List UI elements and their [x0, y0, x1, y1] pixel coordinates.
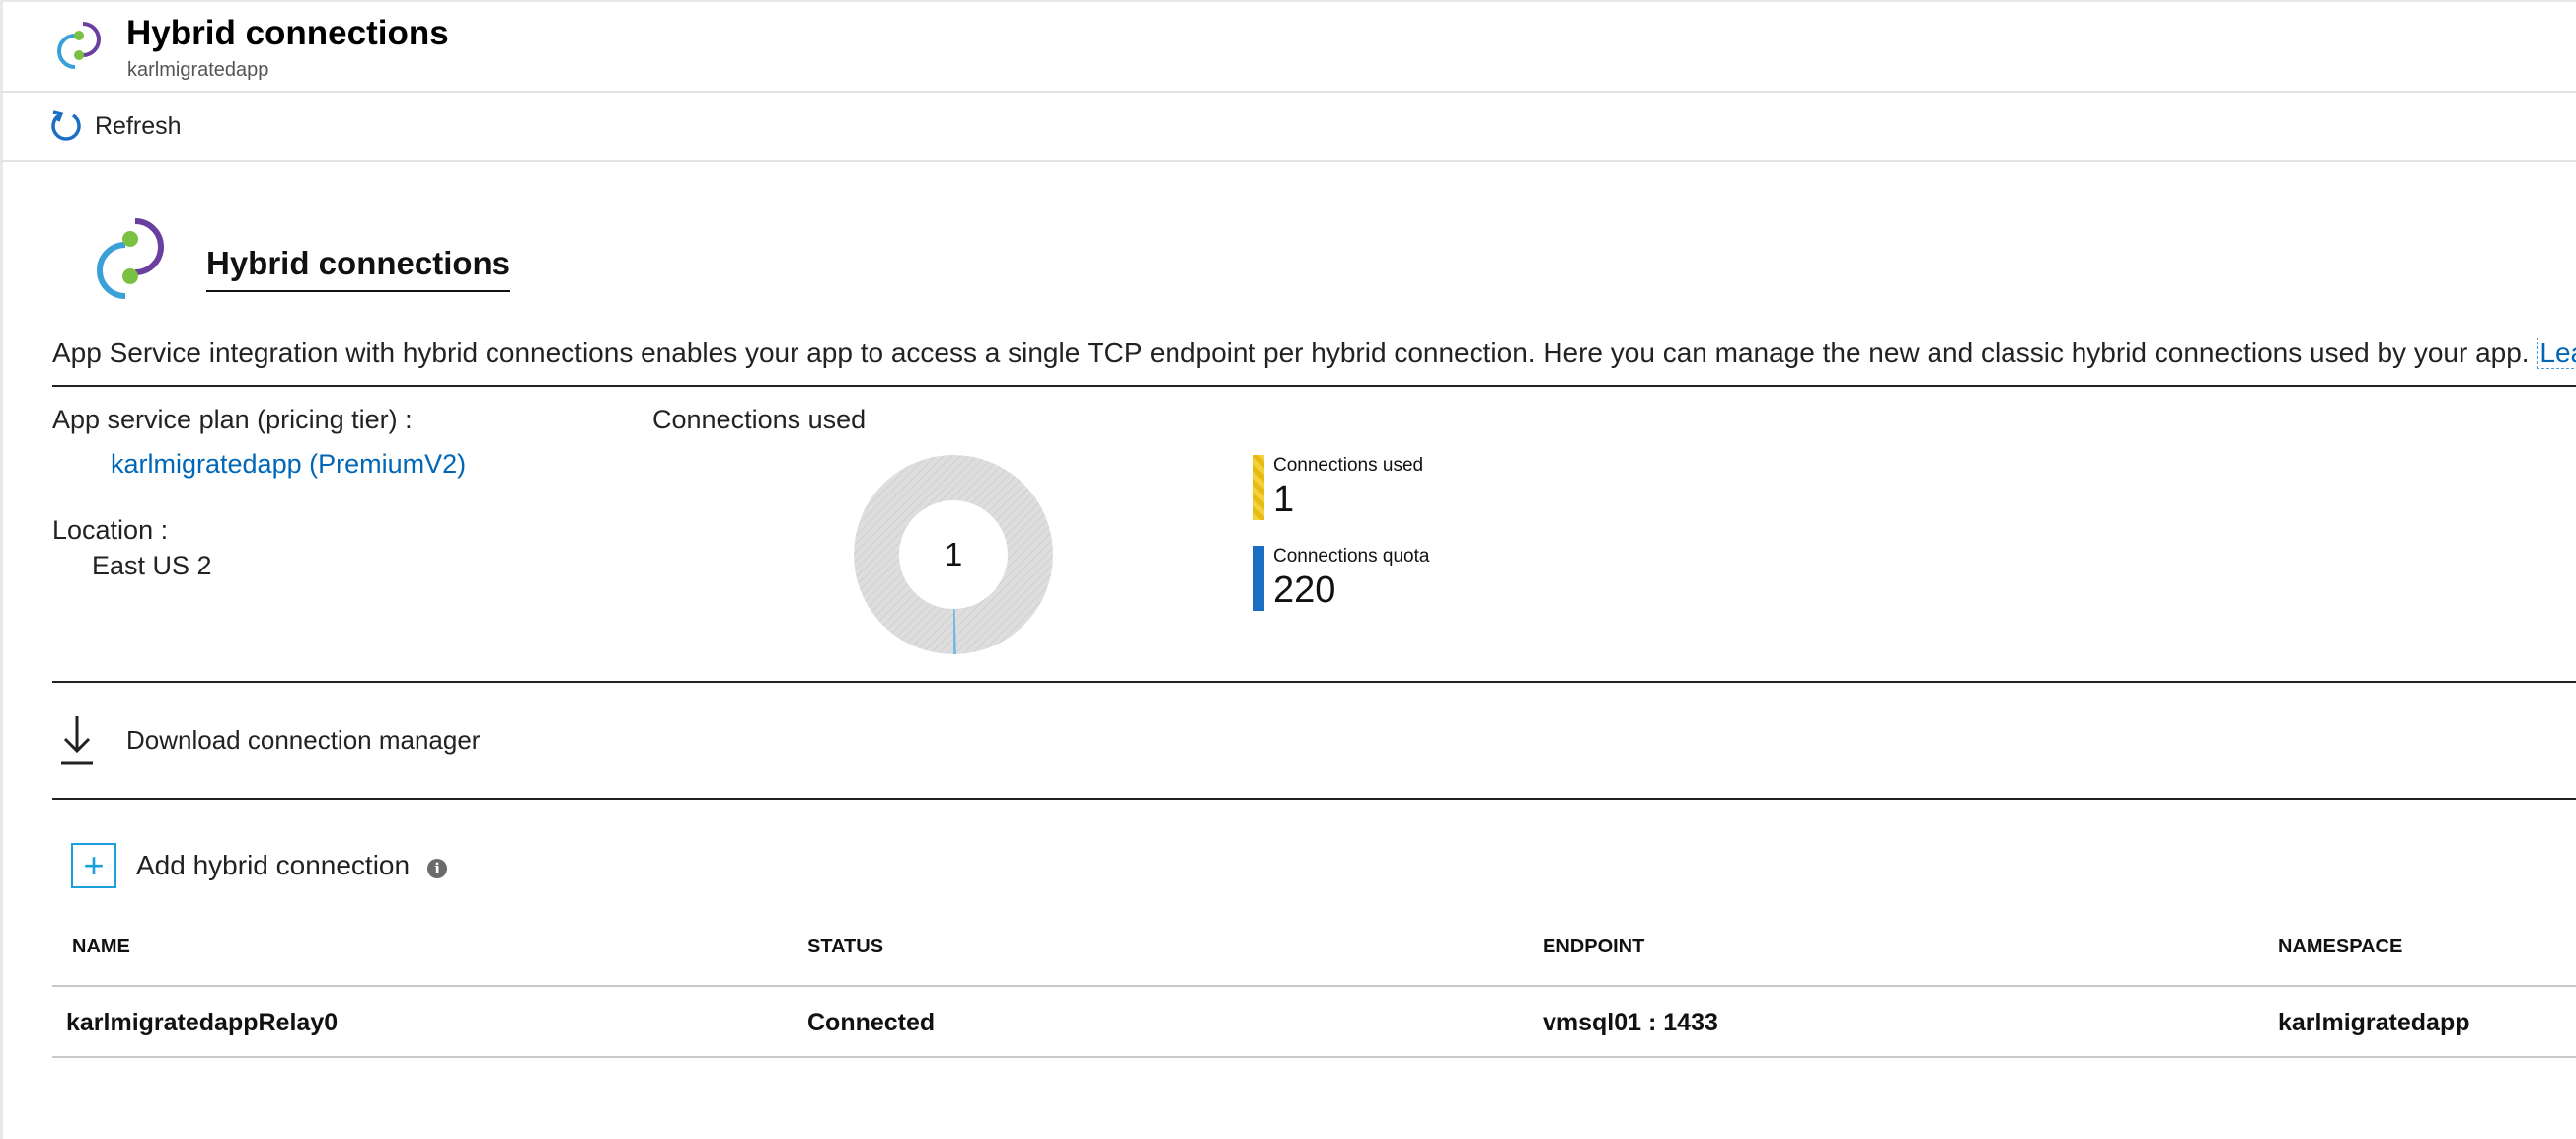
donut-center-value: 1: [944, 536, 963, 572]
legend-value-quota: 220: [1273, 570, 1336, 611]
cell-namespace: karlmigratedapp: [2278, 1009, 2470, 1036]
window-left-edge: [0, 0, 3, 1139]
hybrid-connections-icon: [57, 22, 101, 69]
legend-swatch-used: [1253, 455, 1264, 520]
table-row-divider: [52, 1056, 2576, 1058]
hybrid-connections-icon: [97, 218, 164, 299]
page-title: Hybrid connections: [126, 14, 449, 52]
column-header-endpoint[interactable]: ENDPOINT: [1543, 936, 1644, 958]
column-header-name[interactable]: NAME: [72, 936, 130, 958]
legend-label-quota: Connections quota: [1273, 546, 1430, 567]
column-header-status[interactable]: STATUS: [807, 936, 883, 958]
location-value: East US 2: [92, 551, 212, 580]
cell-name: karlmigratedappRelay0: [66, 1009, 339, 1036]
legend-label-used: Connections used: [1273, 455, 1424, 476]
command-bar: Refresh: [0, 93, 2576, 162]
plus-icon: +: [71, 843, 116, 888]
download-icon: [61, 716, 93, 765]
legend-value-used: 1: [1273, 479, 1295, 520]
column-header-namespace[interactable]: NAMESPACE: [2278, 936, 2402, 958]
cell-status: Connected: [807, 1009, 936, 1036]
add-hybrid-connection-label: Add hybrid connection: [136, 850, 411, 880]
table-row[interactable]: [52, 987, 2576, 1056]
description-text: App Service integration with hybrid conn…: [52, 338, 2576, 387]
app-service-plan-label: App service plan (pricing tier) :: [52, 405, 413, 434]
refresh-label: Refresh: [95, 112, 182, 140]
add-hybrid-connection-button[interactable]: + Add hybrid connection i: [71, 840, 448, 891]
cell-endpoint: vmsql01 : 1433: [1543, 1009, 1718, 1036]
section-divider: [52, 798, 2576, 800]
connections-used-title: Connections used: [652, 405, 867, 434]
section-title: Hybrid connections: [206, 245, 511, 292]
blade-header: Hybrid connections karlmigratedapp: [0, 0, 2576, 93]
description-body: App Service integration with hybrid conn…: [52, 338, 2538, 368]
learn-more-link[interactable]: Learn more: [2537, 338, 2576, 369]
download-connection-manager-button[interactable]: Download connection manager: [59, 711, 480, 770]
refresh-icon: [51, 110, 81, 141]
download-label: Download connection manager: [126, 724, 481, 755]
location-label: Location :: [52, 515, 169, 545]
page-subtitle: karlmigratedapp: [127, 59, 269, 81]
section-divider: [52, 681, 2576, 683]
info-icon[interactable]: i: [427, 859, 448, 878]
refresh-button[interactable]: Refresh: [49, 107, 182, 146]
legend-swatch-quota: [1253, 546, 1264, 611]
app-service-plan-link[interactable]: karlmigratedapp (PremiumV2): [111, 449, 466, 480]
